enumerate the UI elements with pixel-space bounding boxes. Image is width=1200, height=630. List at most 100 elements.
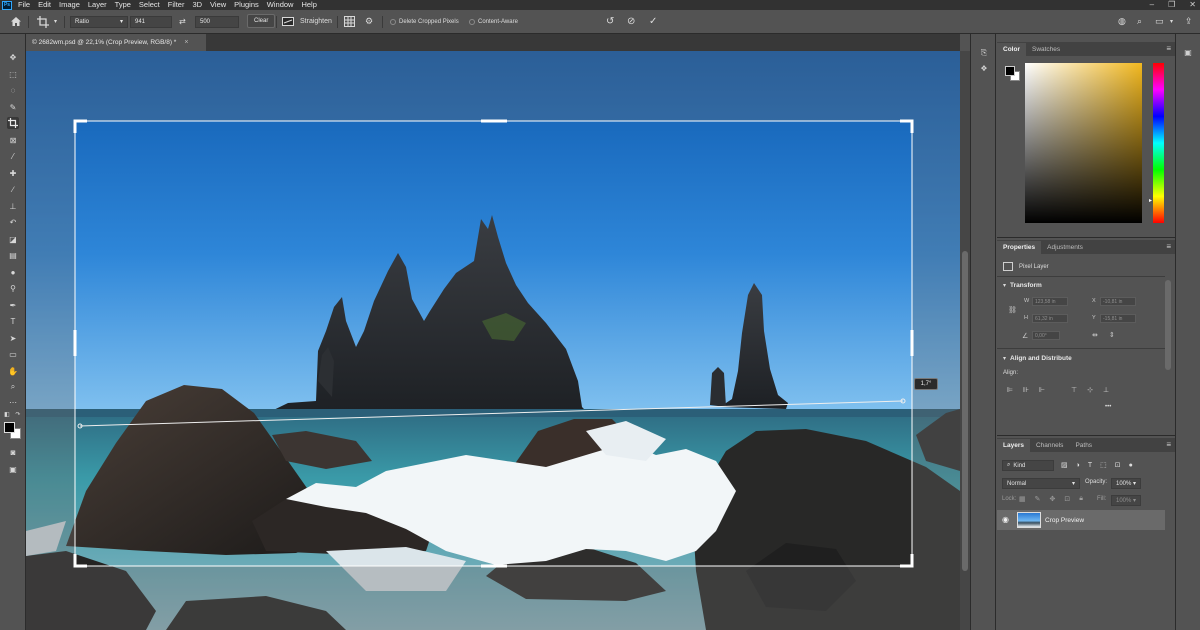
height-field[interactable]: 61,32 in: [1032, 314, 1068, 323]
panel-menu-icon[interactable]: ≡: [1166, 242, 1171, 251]
align-horizontal-centers-icon[interactable]: ⊪: [1021, 386, 1031, 396]
type-filter-icon[interactable]: T: [1088, 462, 1092, 469]
quick-mask-icon[interactable]: ◙: [7, 446, 19, 458]
cancel-crop-icon[interactable]: ⊘: [627, 15, 635, 28]
lock-all-icon[interactable]: 🔒︎: [1079, 495, 1083, 503]
align-vertical-centers-icon[interactable]: ⊹: [1085, 386, 1095, 396]
hue-slider-marker-icon[interactable]: ▸: [1149, 197, 1152, 204]
layer-filter-kind[interactable]: ⌕ Kind: [1002, 460, 1054, 471]
clone-stamp-tool-icon[interactable]: ⊥: [7, 200, 19, 212]
align-left-edges-icon[interactable]: ⊫: [1005, 386, 1015, 396]
share-document-icon[interactable]: ⇪: [1185, 15, 1193, 28]
eraser-tool-icon[interactable]: ◪: [7, 233, 19, 245]
opacity-input[interactable]: 100% ▾: [1111, 478, 1141, 489]
ratio-select[interactable]: Ratio ▾: [70, 15, 128, 28]
minimize-icon[interactable]: –: [1150, 0, 1154, 10]
marquee-tool-icon[interactable]: ⬚: [7, 68, 19, 80]
blur-tool-icon[interactable]: ●: [7, 266, 19, 278]
visibility-eye-icon[interactable]: ◉: [1002, 515, 1009, 524]
height-input[interactable]: 500: [195, 15, 239, 28]
align-right-edges-icon[interactable]: ⊩: [1037, 386, 1047, 396]
panel-menu-icon[interactable]: ≡: [1166, 44, 1171, 53]
eyedropper-tool-icon[interactable]: ⁄: [7, 150, 19, 162]
filter-toggle-icon[interactable]: ●: [1129, 462, 1133, 469]
crop-tool-preset-icon[interactable]: [37, 15, 49, 28]
content-aware-checkbox[interactable]: Content-Aware: [469, 15, 518, 28]
menu-view[interactable]: View: [210, 0, 226, 10]
align-section-header[interactable]: ▾ Align and Distribute: [1003, 355, 1072, 362]
lock-image-icon[interactable]: ✎: [1035, 495, 1041, 503]
maximize-icon[interactable]: ❐: [1168, 0, 1175, 10]
swap-dimensions-icon[interactable]: ⇄: [179, 15, 186, 28]
commit-crop-icon[interactable]: ✓: [649, 15, 657, 28]
pixel-filter-icon[interactable]: ▨: [1061, 461, 1068, 469]
layer-name[interactable]: Crop Preview: [1045, 517, 1084, 524]
clear-button[interactable]: Clear: [247, 13, 276, 28]
properties-scrollbar[interactable]: [1165, 280, 1171, 370]
x-field[interactable]: -10,81 in: [1100, 297, 1136, 306]
transform-section-header[interactable]: ▾ Transform: [1003, 282, 1042, 289]
lasso-tool-icon[interactable]: ◌: [7, 84, 19, 96]
tab-properties[interactable]: Properties: [997, 241, 1042, 254]
quick-select-tool-icon[interactable]: ✎: [7, 101, 19, 113]
blend-mode-select[interactable]: Normal ▾: [1002, 478, 1080, 489]
rectangle-tool-icon[interactable]: ▭: [7, 348, 19, 360]
frame-tool-icon[interactable]: ⊠: [7, 134, 19, 146]
close-window-icon[interactable]: ✕: [1189, 0, 1196, 10]
panel-menu-icon[interactable]: ≡: [1166, 440, 1171, 449]
history-brush-tool-icon[interactable]: ↶: [7, 216, 19, 228]
color-picker-field[interactable]: [1025, 63, 1142, 223]
menu-3d[interactable]: 3D: [192, 0, 202, 10]
menu-layer[interactable]: Layer: [88, 0, 107, 10]
menu-plugins[interactable]: Plugins: [234, 0, 259, 10]
brush-settings-icon[interactable]: ❖: [978, 64, 990, 76]
menu-window[interactable]: Window: [267, 0, 294, 10]
menu-file[interactable]: File: [18, 0, 30, 10]
overlay-grid-icon[interactable]: [344, 15, 355, 28]
tab-adjustments[interactable]: Adjustments: [1041, 241, 1089, 254]
workspace-icon[interactable]: ▭: [1155, 15, 1164, 28]
reset-crop-icon[interactable]: ↺: [606, 15, 614, 28]
layer-row-crop-preview[interactable]: ◉ Crop Preview: [997, 510, 1165, 530]
close-tab-icon[interactable]: ×: [184, 39, 188, 46]
move-tool-icon[interactable]: ✥: [7, 51, 19, 63]
type-tool-icon[interactable]: T: [7, 315, 19, 327]
tab-channels[interactable]: Channels: [1030, 439, 1069, 452]
default-colors-icon[interactable]: ◧: [3, 408, 11, 420]
flip-vertical-icon[interactable]: ⇕: [1109, 331, 1115, 339]
shape-filter-icon[interactable]: ⬚: [1100, 461, 1107, 469]
y-field[interactable]: -15,81 in: [1100, 314, 1136, 323]
zoom-tool-icon[interactable]: ⌕: [7, 381, 19, 393]
width-field[interactable]: 123,58 in: [1032, 297, 1068, 306]
more-tools-icon[interactable]: ⋯: [7, 396, 19, 408]
straighten-icon[interactable]: [282, 15, 294, 28]
gear-icon[interactable]: ⚙: [365, 15, 373, 28]
adjustment-filter-icon[interactable]: ◑: [1076, 462, 1080, 469]
angle-field[interactable]: 0,00°: [1032, 331, 1060, 340]
delete-cropped-checkbox[interactable]: Delete Cropped Pixels: [390, 15, 459, 28]
menu-type[interactable]: Type: [115, 0, 131, 10]
menu-image[interactable]: Image: [59, 0, 80, 10]
align-top-edges-icon[interactable]: ⊤: [1069, 386, 1079, 396]
workspace-chevron-icon[interactable]: ▾: [1170, 15, 1173, 28]
smart-object-filter-icon[interactable]: ⊡: [1115, 461, 1121, 469]
link-dimensions-icon[interactable]: ⛓: [1008, 306, 1017, 314]
menu-help[interactable]: Help: [301, 0, 316, 10]
menu-filter[interactable]: Filter: [168, 0, 185, 10]
tab-layers[interactable]: Layers: [997, 439, 1030, 452]
hue-slider[interactable]: [1153, 63, 1164, 223]
screen-mode-icon[interactable]: ▣: [7, 463, 19, 475]
tab-paths[interactable]: Paths: [1069, 439, 1098, 452]
hand-tool-icon[interactable]: ✋: [7, 365, 19, 377]
fill-input[interactable]: 100% ▾: [1111, 495, 1141, 506]
swap-colors-icon[interactable]: ↷: [14, 408, 22, 420]
foreground-color-swatch[interactable]: [4, 422, 15, 433]
menu-edit[interactable]: Edit: [38, 0, 51, 10]
healing-brush-tool-icon[interactable]: ✚: [7, 167, 19, 179]
path-selection-tool-icon[interactable]: ➤: [7, 332, 19, 344]
align-bottom-edges-icon[interactable]: ⊥: [1101, 386, 1111, 396]
history-icon[interactable]: ⎘: [978, 48, 990, 60]
search-icon[interactable]: ⌕: [1137, 15, 1142, 28]
artboard-icon[interactable]: ⊡: [1064, 495, 1070, 503]
lock-position-icon[interactable]: ✥: [1050, 495, 1056, 503]
